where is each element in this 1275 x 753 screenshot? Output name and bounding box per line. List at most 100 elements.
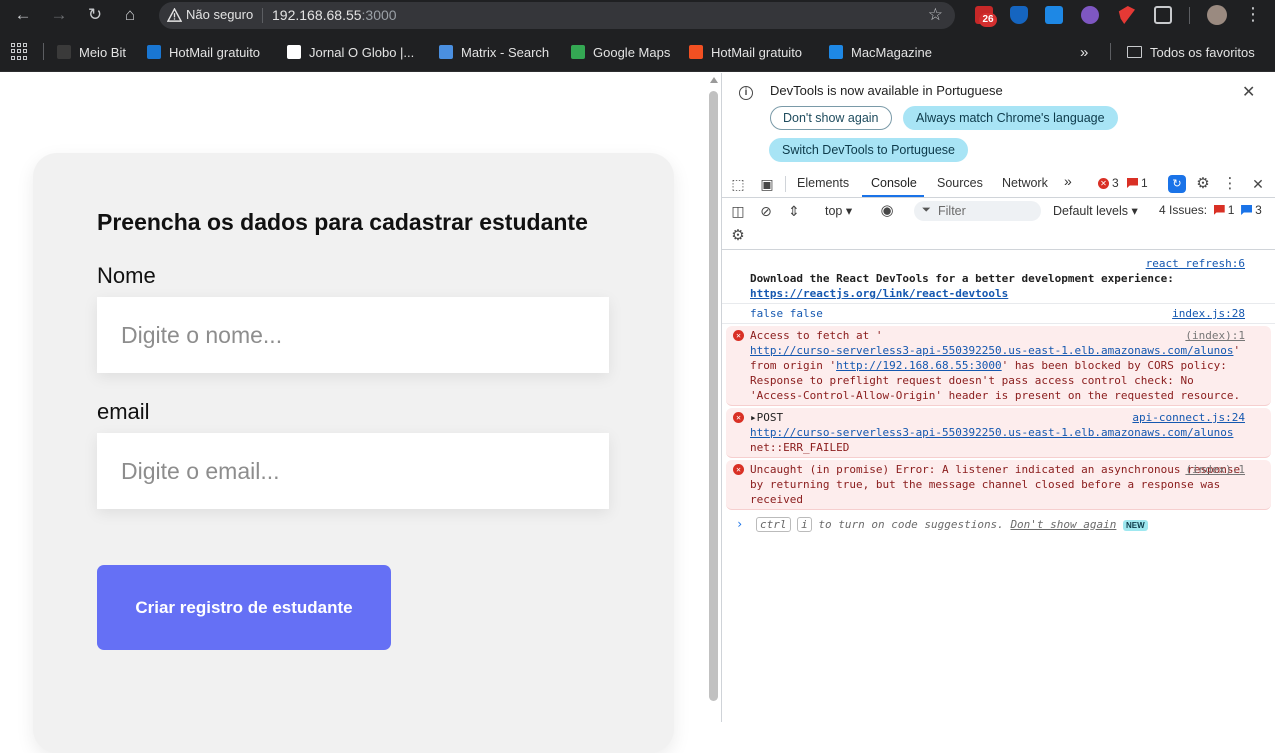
message-text: Access to fetch at '	[750, 329, 883, 342]
warning-icon[interactable]	[167, 8, 182, 23]
info-icon: i	[739, 86, 753, 100]
message-text: false false	[750, 307, 823, 320]
url-host: 192.168.68.55	[272, 7, 362, 23]
source-link[interactable]: api-connect.js:24	[1132, 410, 1245, 425]
page-viewport: Preencha os dados para cadastrar estudan…	[0, 73, 706, 753]
console-prompt[interactable]: › ctrl i to turn on code suggestions. Do…	[722, 512, 1275, 536]
kebab-menu-icon[interactable]: ⋮	[1221, 175, 1239, 193]
inspect-element-icon[interactable]: ⬚	[729, 175, 747, 193]
sidebar-toggle-icon[interactable]: ◫	[729, 202, 747, 220]
levels-value: Default levels	[1053, 204, 1129, 218]
puzzle-settings-extension-icon[interactable]	[1081, 6, 1099, 24]
react-devtools-link[interactable]: https://reactjs.org/link/react-devtools	[750, 287, 1008, 300]
dont-show-again-button[interactable]: Don't show again	[770, 106, 892, 130]
settings-gear-icon[interactable]: ⚙	[1194, 175, 1212, 193]
tab-elements[interactable]: Elements	[797, 176, 849, 190]
source-link[interactable]: react refresh:6	[1146, 257, 1245, 270]
all-bookmarks[interactable]: Todos os favoritos	[1127, 43, 1255, 61]
profile-avatar[interactable]	[1207, 5, 1227, 25]
menu-kebab-icon[interactable]: ⋮	[1244, 4, 1262, 25]
device-toolbar-icon[interactable]: ▣	[758, 175, 776, 193]
url-port: :3000	[361, 7, 397, 23]
expand-triangle-icon[interactable]: ▸	[750, 411, 757, 424]
request-url-link[interactable]: http://curso-serverless3-api-550392250.u…	[750, 426, 1233, 439]
bookmark-label: Google Maps	[593, 44, 671, 60]
reload-icon[interactable]: ↻	[83, 4, 107, 26]
home-icon[interactable]: ⌂	[118, 4, 142, 26]
back-arrow-icon[interactable]: ←	[11, 4, 35, 26]
kbd-ctrl: ctrl	[756, 517, 791, 532]
bookmark-favicon-icon	[439, 45, 453, 59]
bitwarden-icon[interactable]	[1010, 6, 1028, 24]
close-devtools-icon[interactable]: ✕	[1249, 175, 1267, 193]
filter-input[interactable]: Filter	[914, 201, 1041, 221]
bookmark-favicon-icon	[571, 45, 585, 59]
url-text[interactable]: 192.168.68.55:3000	[272, 7, 397, 23]
console-settings-gear-icon[interactable]: ⚙	[729, 227, 747, 245]
close-icon[interactable]: ✕	[1242, 82, 1255, 102]
bookmark-star-icon[interactable]: ☆	[928, 5, 943, 25]
message-text: net::ERR_FAILED	[750, 441, 850, 454]
error-count: 3	[1112, 176, 1119, 190]
scroll-up-arrow-icon[interactable]	[710, 77, 718, 83]
issues-error-count: 1	[1227, 203, 1235, 217]
bookmark-label: MacMagazine	[851, 44, 932, 60]
email-input[interactable]	[97, 433, 609, 509]
bookmark-item[interactable]: Meio Bit	[57, 43, 126, 61]
tab-network[interactable]: Network	[1002, 176, 1048, 190]
collapse-icon[interactable]: ⇕	[785, 202, 803, 220]
clear-console-icon[interactable]: ⊘	[757, 202, 775, 220]
create-student-button[interactable]: Criar registro de estudante	[97, 565, 391, 650]
source-link[interactable]: (index):1	[1185, 462, 1245, 477]
page-scrollbar[interactable]	[706, 73, 721, 722]
bookmark-favicon-icon	[147, 45, 161, 59]
devtools-tabbar: ⬚ ▣ Elements Console Sources Network » ✕…	[722, 170, 1275, 198]
divider	[1189, 7, 1190, 24]
scrollbar-thumb[interactable]	[709, 91, 718, 701]
form-card: Preencha os dados para cadastrar estudan…	[33, 153, 674, 753]
issue-counter[interactable]: 1	[1127, 176, 1148, 190]
new-badge: NEW	[1123, 520, 1148, 531]
bookmark-item[interactable]: Jornal O Globo |...	[287, 43, 414, 61]
match-language-button[interactable]: Always match Chrome's language	[903, 106, 1118, 130]
tab-console[interactable]: Console	[871, 176, 917, 190]
bookmark-item[interactable]: HotMail gratuito	[147, 43, 260, 61]
name-label: Nome	[97, 263, 156, 288]
more-tabs-chevron-icon[interactable]: »	[1064, 173, 1072, 189]
pin-extension-icon[interactable]	[1118, 6, 1135, 24]
name-input[interactable]	[97, 297, 609, 373]
chevron-right-icon[interactable]: »	[1080, 43, 1088, 61]
apps-grid-icon[interactable]	[11, 43, 28, 60]
tab-sources[interactable]: Sources	[937, 176, 983, 190]
sync-icon[interactable]: ↻	[1168, 175, 1186, 193]
source-link[interactable]: (index):1	[1185, 328, 1245, 343]
error-counter[interactable]: ✕ 3	[1098, 176, 1119, 190]
address-bar[interactable]: Não seguro 192.168.68.55:3000 ☆	[159, 2, 955, 29]
context-value: top	[825, 204, 843, 218]
issues-button[interactable]: 4 Issues: 1 3	[1159, 203, 1262, 217]
prompt-dont-show-link[interactable]: Don't show again	[1010, 518, 1116, 531]
bookmark-item[interactable]: HotMail gratuito	[689, 43, 802, 61]
source-link[interactable]: index.js:28	[1172, 306, 1245, 321]
extensions-puzzle-icon[interactable]	[1154, 6, 1172, 24]
kbd-i: i	[797, 517, 812, 532]
request-url-link[interactable]: http://curso-serverless3-api-550392250.u…	[750, 344, 1233, 357]
forward-arrow-icon[interactable]: →	[47, 4, 71, 26]
vscode-extension-icon[interactable]	[1045, 6, 1063, 24]
security-label[interactable]: Não seguro	[186, 7, 253, 22]
issues-info-count: 3	[1255, 203, 1262, 217]
bookmark-item[interactable]: MacMagazine	[829, 43, 932, 61]
levels-select[interactable]: Default levels ▾	[1053, 203, 1138, 218]
issue-info-icon	[1241, 205, 1253, 215]
bookmark-item[interactable]: Google Maps	[571, 43, 670, 61]
origin-link[interactable]: http://192.168.68.55:3000	[836, 359, 1002, 372]
bookmark-item[interactable]: Matrix - Search	[439, 43, 549, 61]
eye-icon[interactable]: ◉	[878, 202, 896, 220]
console-error: ✕ (index):1 Access to fetch at ' http://c…	[726, 326, 1271, 406]
context-select[interactable]: top ▾	[825, 203, 852, 218]
devtools-panel: i DevTools is now available in Portugues…	[721, 73, 1275, 722]
switch-language-button[interactable]: Switch DevTools to Portuguese	[769, 138, 969, 162]
error-icon: ✕	[1098, 177, 1109, 189]
bookmark-favicon-icon	[689, 45, 703, 59]
divider	[262, 8, 263, 23]
